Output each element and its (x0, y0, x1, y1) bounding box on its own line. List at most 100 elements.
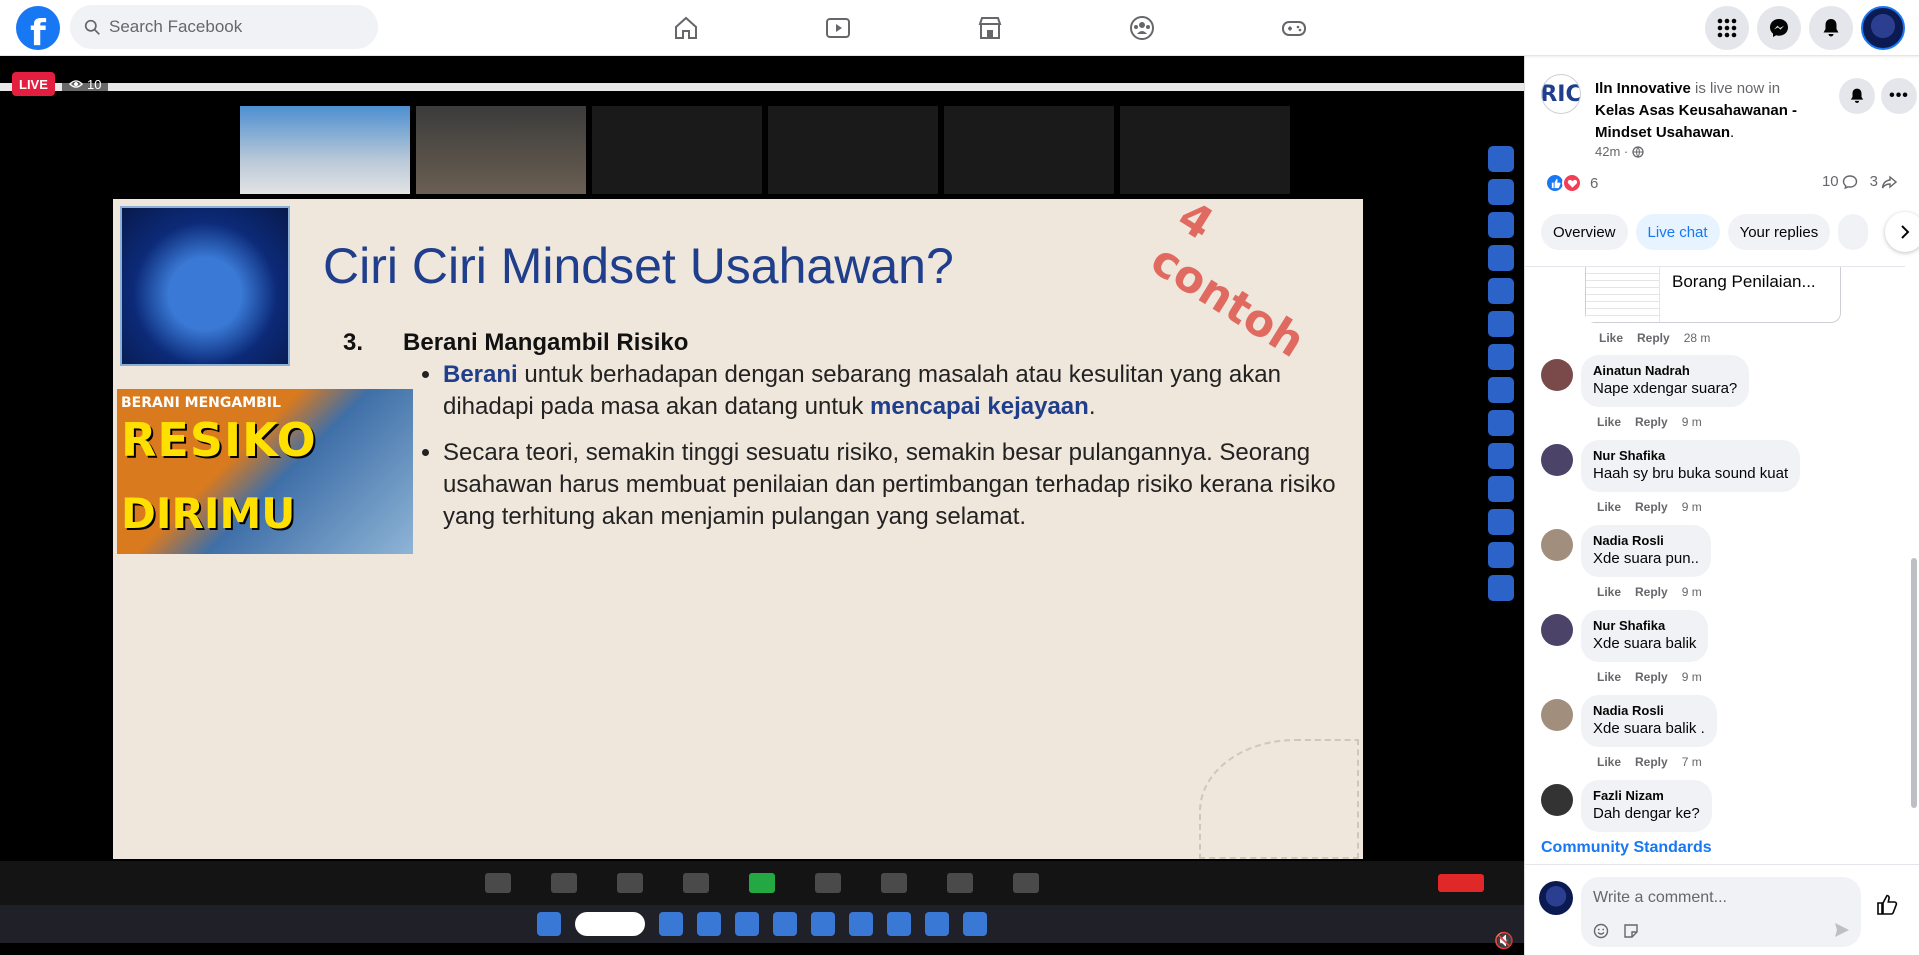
commenter-avatar[interactable] (1541, 444, 1573, 476)
reply-link[interactable]: Reply (1635, 585, 1668, 599)
comment-time[interactable]: 7 m (1682, 755, 1702, 769)
mute-icon[interactable] (485, 873, 511, 893)
nav-home[interactable] (610, 0, 762, 56)
taskbar-app-icon[interactable] (811, 912, 835, 936)
top-navigation-bar: f (0, 0, 1919, 56)
comment-count[interactable]: 10 (1822, 173, 1858, 190)
taskbar-app-icon[interactable] (659, 912, 683, 936)
participant-tile (240, 106, 410, 194)
record-icon[interactable] (815, 873, 841, 893)
like-link[interactable]: Like (1599, 331, 1623, 345)
search-icon (84, 19, 100, 35)
share-icon (1881, 175, 1897, 188)
commenter-name[interactable]: Nadia Rosli (1593, 533, 1699, 549)
commenter-avatar[interactable] (1541, 784, 1573, 816)
community-standards-link[interactable]: Community Standards (1541, 839, 1712, 857)
commenter-name[interactable]: Fazli Nizam (1593, 788, 1700, 804)
comment-actions: Like Reply 7 m (1597, 755, 1702, 769)
live-video-player[interactable]: LIVE 10 BERANI MENGAMBIL RESIKO DIRIMU C… (0, 56, 1524, 955)
attachment-card[interactable]: Borang Penilaian... (1585, 267, 1841, 323)
share-screen-icon[interactable] (749, 873, 775, 893)
search-box[interactable] (70, 5, 378, 49)
chat-icon[interactable] (683, 873, 709, 893)
nav-groups[interactable] (1066, 0, 1218, 56)
nav-video[interactable] (762, 0, 914, 56)
taskbar-app-icon[interactable] (773, 912, 797, 936)
more-options-button[interactable]: ••• (1881, 78, 1917, 114)
like-button[interactable] (1875, 893, 1899, 922)
tab-live-chat[interactable]: Live chat (1635, 214, 1720, 250)
taskbar-app-icon[interactable] (697, 912, 721, 936)
send-icon (1835, 923, 1849, 937)
tab-overview[interactable]: Overview (1541, 214, 1628, 250)
commenter-avatar[interactable] (1541, 699, 1573, 731)
tabs-next-button[interactable] (1885, 212, 1919, 252)
subscribe-button[interactable] (1839, 78, 1875, 114)
start-icon[interactable] (537, 912, 561, 936)
notifications-button[interactable] (1809, 6, 1853, 50)
profile-avatar[interactable] (1861, 6, 1905, 50)
reply-link[interactable]: Reply (1635, 755, 1668, 769)
comment-input[interactable] (1593, 889, 1843, 907)
menu-button[interactable] (1705, 6, 1749, 50)
messenger-button[interactable] (1757, 6, 1801, 50)
comment-text: Dah dengar ke? (1593, 805, 1700, 822)
comment-box[interactable] (1581, 877, 1861, 947)
comment-time[interactable]: 9 m (1682, 500, 1702, 514)
reaction-summary[interactable]: 6 (1545, 173, 1598, 193)
comment-time[interactable]: 9 m (1682, 585, 1702, 599)
apps-icon[interactable] (947, 873, 973, 893)
zoom-side-apps (1488, 146, 1516, 601)
taskbar-search[interactable] (575, 912, 645, 936)
share-count[interactable]: 3 (1870, 173, 1897, 190)
my-avatar[interactable] (1539, 881, 1573, 915)
nav-gaming[interactable] (1218, 0, 1370, 56)
tab-your-replies[interactable]: Your replies (1727, 214, 1831, 250)
nav-marketplace[interactable] (914, 0, 1066, 56)
whiteboard-icon[interactable] (1013, 873, 1039, 893)
comment-time[interactable]: 9 m (1682, 415, 1702, 429)
like-link[interactable]: Like (1597, 500, 1621, 514)
commenter-avatar[interactable] (1541, 614, 1573, 646)
search-input[interactable] (109, 17, 349, 37)
reactions-icon[interactable] (881, 873, 907, 893)
taskbar-app-icon[interactable] (925, 912, 949, 936)
tab-more[interactable] (1838, 214, 1869, 250)
like-link[interactable]: Like (1597, 415, 1621, 429)
taskbar-app-icon[interactable] (963, 912, 987, 936)
comment-time[interactable]: 28 m (1684, 331, 1711, 345)
commenter-name[interactable]: Nur Shafika (1593, 448, 1788, 464)
camera-icon[interactable] (551, 873, 577, 893)
reply-link[interactable]: Reply (1635, 670, 1668, 684)
taskbar-app-icon[interactable] (735, 912, 759, 936)
taskbar-app-icon[interactable] (887, 912, 911, 936)
scroll-thumb[interactable] (1911, 558, 1917, 808)
group-name[interactable]: Kelas Asas Keusahawanan - Mindset Usahaw… (1595, 102, 1797, 141)
participants-icon[interactable] (617, 873, 643, 893)
commenter-avatar[interactable] (1541, 529, 1573, 561)
volume-muted-icon[interactable]: 🔇 (1494, 931, 1514, 951)
like-link[interactable]: Like (1597, 670, 1621, 684)
post-time[interactable]: 42m · (1595, 144, 1628, 159)
taskbar-app-icon[interactable] (849, 912, 873, 936)
page-avatar[interactable]: RIC (1541, 74, 1581, 114)
emoji-icon[interactable] (1593, 923, 1609, 939)
like-link[interactable]: Like (1597, 585, 1621, 599)
comment-actions: Like Reply 9 m (1597, 670, 1702, 684)
commenter-name[interactable]: Ainatun Nadrah (1593, 363, 1737, 379)
end-meeting-button[interactable] (1438, 874, 1484, 892)
comment-time[interactable]: 9 m (1682, 670, 1702, 684)
send-button[interactable] (1833, 921, 1851, 944)
commenter-name[interactable]: Nur Shafika (1593, 618, 1696, 634)
commenter-avatar[interactable] (1541, 359, 1573, 391)
chat-scrollbar[interactable] (1909, 268, 1917, 888)
slide-title: Ciri Ciri Mindset Usahawan? (323, 238, 954, 294)
commenter-name[interactable]: Nadia Rosli (1593, 703, 1705, 719)
reply-link[interactable]: Reply (1635, 415, 1668, 429)
page-name[interactable]: Iln Innovative (1595, 80, 1691, 97)
like-link[interactable]: Like (1597, 755, 1621, 769)
reply-link[interactable]: Reply (1637, 331, 1670, 345)
reply-link[interactable]: Reply (1635, 500, 1668, 514)
facebook-logo[interactable]: f (16, 6, 60, 50)
sticker-icon[interactable] (1623, 923, 1639, 939)
